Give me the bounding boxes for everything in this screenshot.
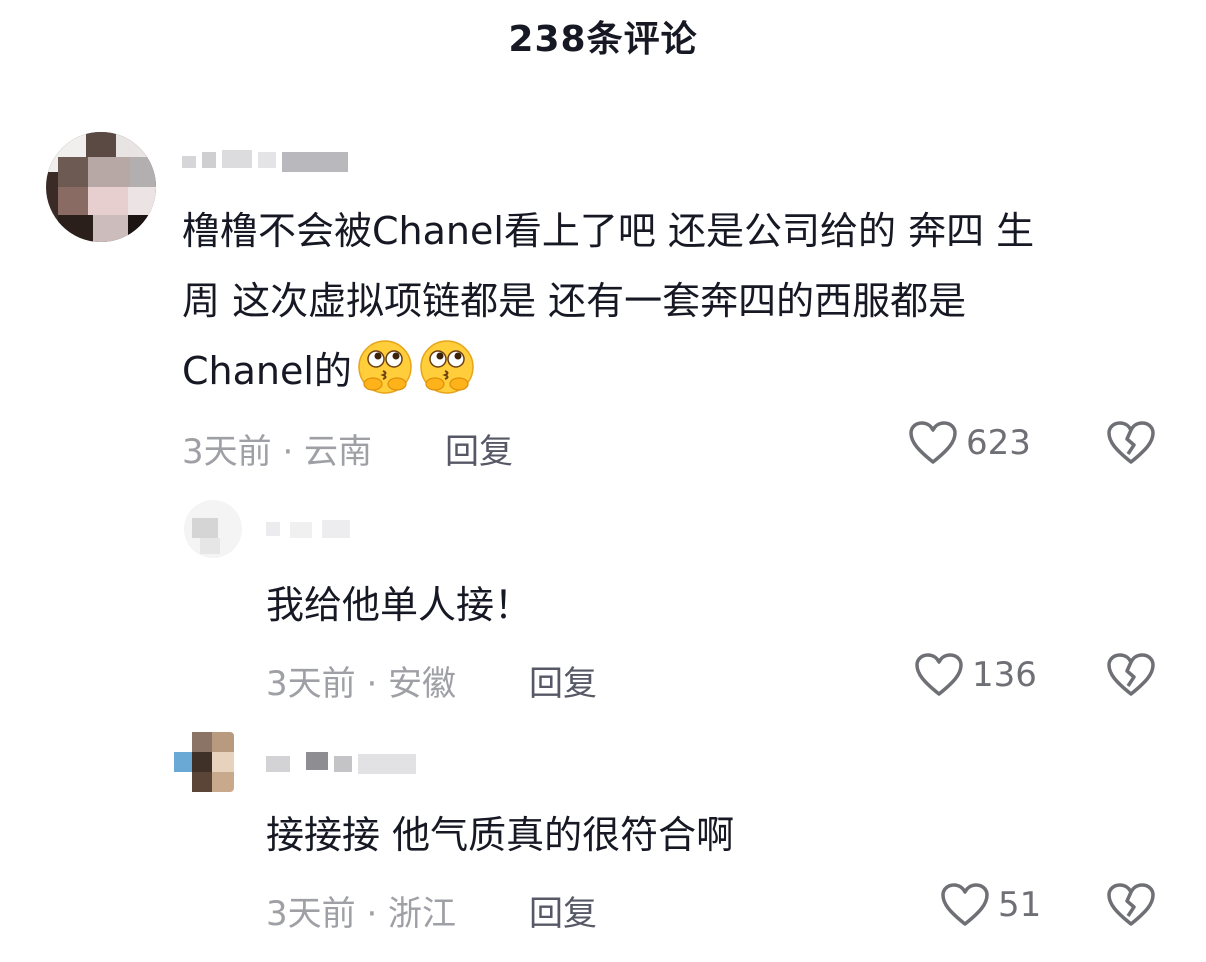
like-count: 51 — [998, 885, 1042, 925]
avatar[interactable] — [174, 732, 234, 792]
username-obscured[interactable] — [266, 518, 356, 542]
like-button[interactable]: 136 — [914, 652, 1037, 698]
comment-meta: 3天前 · 安徽 — [266, 664, 457, 704]
dislike-button[interactable] — [1106, 882, 1156, 928]
comment-line-text: Chanel的 — [182, 349, 352, 393]
like-count: 136 — [972, 655, 1037, 695]
comments-count-title: 238条评论 — [508, 19, 698, 60]
comment-text: 橹橹不会被Chanel看上了吧 还是公司给的 奔四 生 周 这次虚拟项链都是 还… — [182, 196, 1172, 406]
comment-meta: 3天前 · 云南 — [182, 432, 373, 472]
comment-meta: 3天前 · 浙江 — [266, 894, 457, 934]
broken-heart-icon — [1106, 882, 1156, 928]
dislike-button[interactable] — [1106, 420, 1156, 466]
broken-heart-icon — [1106, 420, 1156, 466]
avatar[interactable] — [184, 500, 242, 558]
comment-text: 我给他单人接！ — [266, 583, 533, 627]
heart-outline-icon — [940, 882, 990, 928]
comment-text: 接接接 他气质真的很符合啊 — [266, 813, 735, 857]
reply-button[interactable]: 回复 — [529, 886, 597, 935]
heart-outline-icon — [914, 652, 964, 698]
comment-line: 周 这次虚拟项链都是 还有一套奔四的西服都是 — [182, 279, 967, 323]
comment-line: 橹橹不会被Chanel看上了吧 还是公司给的 奔四 生 — [182, 209, 1035, 253]
thinking-kiss-emoji — [356, 338, 414, 396]
reply-button[interactable]: 回复 — [529, 656, 597, 705]
reply-button[interactable]: 回复 — [445, 424, 513, 473]
heart-outline-icon — [908, 420, 958, 466]
username-obscured[interactable] — [266, 752, 426, 776]
like-button[interactable]: 51 — [940, 882, 1041, 928]
broken-heart-icon — [1106, 652, 1156, 698]
avatar[interactable] — [46, 132, 156, 242]
like-button[interactable]: 623 — [908, 420, 1031, 466]
like-count: 623 — [966, 423, 1031, 463]
thinking-kiss-emoji — [418, 338, 476, 396]
dislike-button[interactable] — [1106, 652, 1156, 698]
username-obscured[interactable] — [182, 148, 352, 172]
comment-line: Chanel的 — [182, 336, 1172, 406]
